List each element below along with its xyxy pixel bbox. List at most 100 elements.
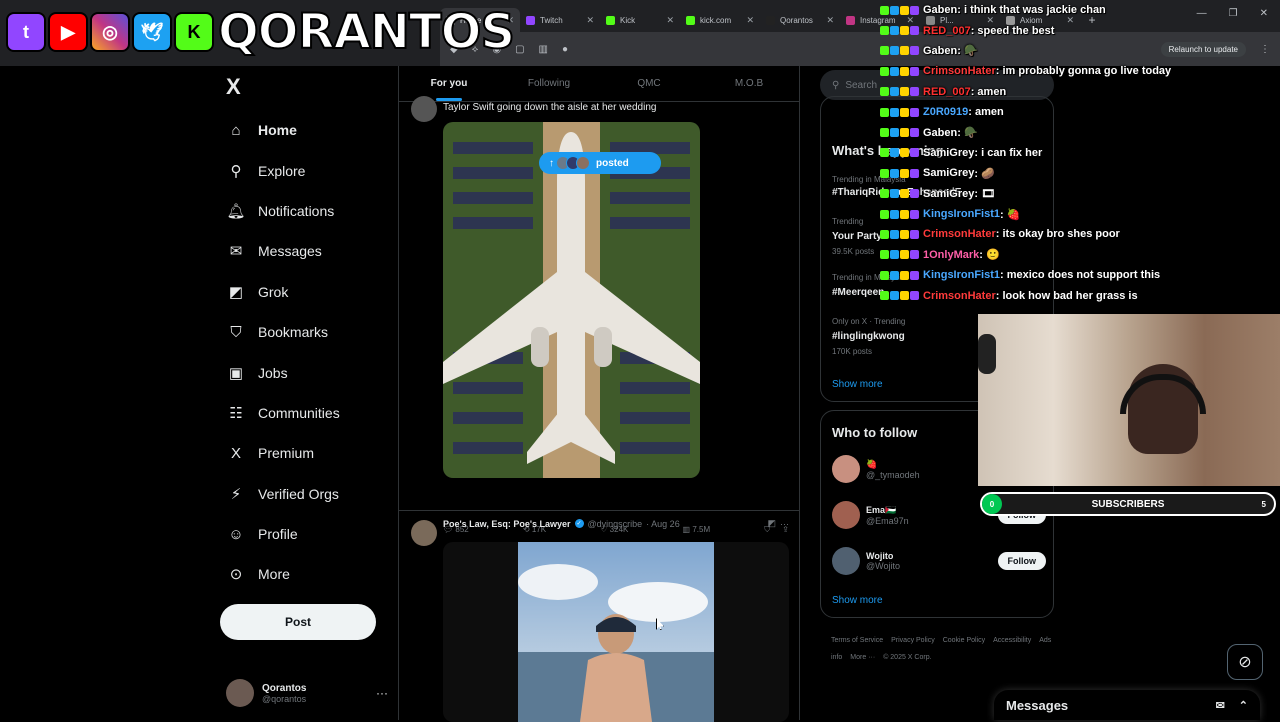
- close-tab-icon[interactable]: ✕: [826, 15, 834, 26]
- chat-message: RED_007: amen: [880, 82, 1220, 102]
- video-frame: [518, 542, 714, 722]
- close-window-icon[interactable]: ✕: [1260, 8, 1268, 19]
- goal-target: 5: [1261, 499, 1266, 509]
- footer-link[interactable]: Privacy Policy: [891, 637, 935, 644]
- sidebar-item-notifications[interactable]: 🔔︎ Notifications: [226, 191, 340, 231]
- chat-username: KingsIronFist1: [923, 269, 1001, 282]
- browser-tab[interactable]: kick.com ✕: [680, 8, 760, 32]
- browser-tab[interactable]: Twitch ✕: [520, 8, 600, 32]
- more-options-icon[interactable]: ···: [376, 686, 388, 700]
- chat-username: Z0R0919: [923, 106, 969, 119]
- avatar: [411, 520, 437, 546]
- sidebar-item-more[interactable]: ⊙ More: [226, 554, 340, 594]
- sidebar-icon[interactable]: ▥: [539, 44, 548, 55]
- main-feed: For you Following QMC M.O.B Taylor Swift go…: [398, 66, 800, 722]
- chat-badges-icon: [880, 5, 919, 15]
- twitch-icon: t: [6, 12, 46, 52]
- close-tab-icon[interactable]: ✕: [666, 15, 674, 26]
- chat-username: KingsIronFist1: [923, 208, 1001, 221]
- show-more-link[interactable]: Show more: [832, 595, 883, 606]
- messages-drawer[interactable]: Messages ✉ ⌃: [994, 690, 1260, 720]
- author-name[interactable]: Poe's Law, Esq: Poe's Lawyer: [443, 519, 571, 529]
- expand-icon[interactable]: ⌃: [1239, 699, 1248, 712]
- chat-message: Z0R0919: amen: [880, 102, 1220, 122]
- close-tab-icon[interactable]: ✕: [586, 15, 594, 26]
- sidebar-item-messages[interactable]: ✉ Messages: [226, 231, 340, 271]
- left-sidebar: X ⌂ Home ⚲ Explore 🔔︎ Notifications ✉ Messages ◩…: [218, 66, 398, 720]
- sidebar-item-explore[interactable]: ⚲ Explore: [226, 150, 340, 190]
- sidebar-item-label: Communities: [258, 404, 340, 421]
- browser-tab[interactable]: Kick ✕: [600, 8, 680, 32]
- x-logo-icon[interactable]: X: [226, 74, 241, 100]
- chat-username: 1OnlyMark: [923, 248, 980, 261]
- chat-message: SamiGrey: 🥔: [880, 163, 1220, 183]
- follow-button[interactable]: Follow: [997, 552, 1046, 570]
- post-video[interactable]: [443, 542, 789, 722]
- sidebar-item-grok[interactable]: ◩ Grok: [226, 272, 340, 312]
- compose-message-icon[interactable]: ✉: [1216, 699, 1225, 712]
- sidebar-item-premium[interactable]: X Premium: [226, 433, 340, 473]
- sidebar-item-label: Profile: [258, 526, 298, 543]
- restore-icon[interactable]: ❐: [1229, 8, 1238, 19]
- chat-text: : i can fix her: [974, 146, 1043, 159]
- suggestion-name: Ema🇵🇸: [866, 504, 897, 515]
- sidebar-item-profile[interactable]: ☺ Profile: [226, 514, 340, 554]
- chat-badges-icon: [880, 148, 919, 158]
- sidebar-item-label: Home: [258, 122, 297, 139]
- footer-link[interactable]: Accessibility: [993, 637, 1031, 644]
- webcam-overlay: [978, 314, 1280, 486]
- chat-message: Gaben: i think that was jackie chan: [880, 0, 1220, 20]
- microphone: [978, 334, 996, 374]
- chat-text: : 🙂: [979, 249, 1000, 262]
- menu-kebab-icon[interactable]: ⋮: [1260, 44, 1270, 55]
- streamer-brand: QORANTOS: [217, 3, 516, 61]
- new-posts-pill[interactable]: ↑ posted: [539, 152, 661, 174]
- sidebar-item-bookmarks[interactable]: ⛉ Bookmarks: [226, 312, 340, 352]
- grok-icon[interactable]: ⊘: [1227, 644, 1263, 680]
- favicon-icon: [846, 15, 855, 25]
- sidebar-item-jobs[interactable]: ▣ Jobs: [226, 352, 340, 392]
- briefcase-icon: ▣: [228, 364, 244, 382]
- search-icon: ⚲: [230, 162, 242, 180]
- stream-chat-overlay: Gaben: i think that was jackie chan RED_0…: [880, 0, 1220, 306]
- sidebar-item-communities[interactable]: ☷ Communities: [226, 393, 340, 433]
- search-input[interactable]: Search: [845, 80, 877, 91]
- puzzle-icon[interactable]: ▢: [515, 44, 524, 55]
- trend-name[interactable]: Your Party: [832, 231, 882, 242]
- sidebar-item-label: More: [258, 566, 290, 583]
- chat-text: : amen: [970, 85, 1007, 98]
- footer-link[interactable]: © 2025 X Corp.: [883, 654, 931, 661]
- sidebar-item-home[interactable]: ⌂ Home: [226, 110, 340, 150]
- trend-name[interactable]: #Meerqeen: [832, 287, 884, 298]
- footer-link[interactable]: More ···: [850, 654, 875, 661]
- sidebar-item-label: Verified Orgs: [258, 485, 339, 502]
- chat-text: : i think that was jackie chan: [957, 4, 1106, 17]
- chat-message: SamiGrey: i can fix her: [880, 143, 1220, 163]
- account-switcher[interactable]: Qorantos @qorantos ···: [226, 679, 388, 707]
- avatar: [226, 679, 254, 707]
- browser-tab[interactable]: Qorantos ✕: [760, 8, 840, 32]
- chat-text: : 🥔: [974, 167, 995, 180]
- footer-link[interactable]: Cookie Policy: [943, 637, 985, 644]
- close-tab-icon[interactable]: ✕: [746, 15, 754, 26]
- messages-drawer-title: Messages: [1006, 697, 1069, 713]
- show-more-link[interactable]: Show more: [832, 379, 883, 390]
- author-handle[interactable]: @dyingscribe: [588, 519, 643, 529]
- envelope-icon: ✉: [229, 243, 243, 261]
- post-button[interactable]: Post: [220, 604, 376, 640]
- avatar: [832, 547, 860, 575]
- favicon-icon: [606, 15, 615, 25]
- trend-count: 39.5K posts: [832, 247, 875, 256]
- sidebar-item-verified-orgs[interactable]: ⚡︎ Verified Orgs: [226, 474, 340, 514]
- more-options-icon[interactable]: ···: [780, 519, 789, 529]
- chat-badges-icon: [880, 291, 919, 301]
- follow-suggestion[interactable]: Wojito @Wojito Follow: [832, 547, 1046, 575]
- people-icon: ☷: [229, 404, 243, 422]
- chat-text: : 🎞: [974, 188, 996, 201]
- footer-link[interactable]: Terms of Service: [831, 637, 883, 644]
- grok-icon[interactable]: ◩: [767, 518, 776, 529]
- trend-name[interactable]: #linglingkwong: [832, 331, 905, 342]
- card-title: Who to follow: [832, 425, 918, 440]
- favicon-icon: [766, 15, 775, 25]
- profile-avatar-icon[interactable]: ●: [562, 44, 568, 55]
